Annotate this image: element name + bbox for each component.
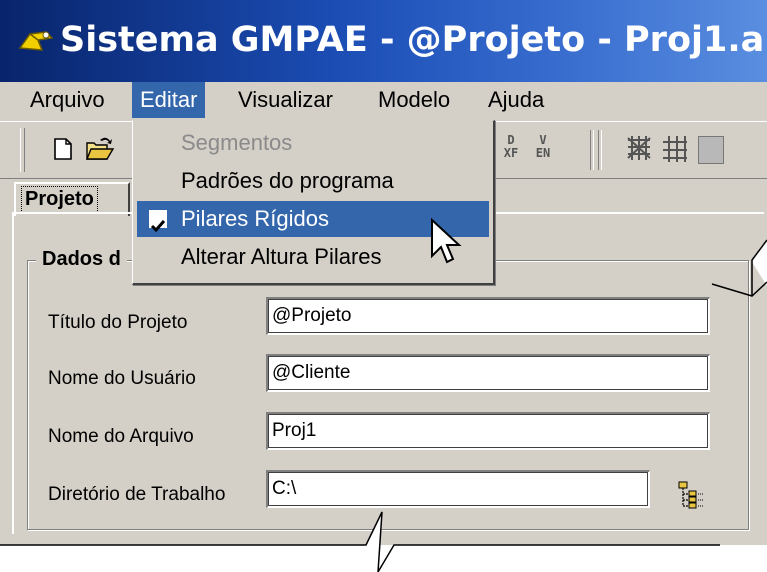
- toolbar-separator: [590, 130, 594, 170]
- mouse-cursor-icon: [431, 218, 462, 264]
- toolbar-separator: [598, 130, 602, 170]
- tab-projeto-label: Projeto: [21, 186, 98, 213]
- menu-item-alterar-altura-pilares-label: Alterar Altura Pilares: [181, 244, 382, 269]
- nome-arquivo-label: Nome do Arquivo: [48, 426, 194, 447]
- window-title: Sistema GMPAE - @Projeto - Proj1.alv: [60, 20, 767, 60]
- menu-bar: Arquivo Editar Visualizar Modelo Ajuda: [0, 82, 767, 120]
- application-window: Sistema GMPAE - @Projeto - Proj1.alv Arq…: [0, 0, 767, 545]
- view-icon[interactable]: [698, 136, 724, 164]
- checkmark-icon: [149, 210, 167, 233]
- grid-icon[interactable]: [622, 132, 656, 166]
- menu-editar[interactable]: Editar: [132, 82, 206, 118]
- menu-visualizar[interactable]: Visualizar: [230, 82, 341, 118]
- titulo-projeto-label: Título do Projeto: [48, 312, 188, 333]
- menu-item-padroes-programa-label: Padrões do programa: [181, 168, 394, 193]
- nome-arquivo-input[interactable]: Proj1: [266, 412, 710, 450]
- toolbar-grip[interactable]: [20, 128, 25, 172]
- app-logo-icon: [18, 31, 54, 51]
- ven-export-icon[interactable]: V EN: [532, 134, 554, 160]
- group-legend: Dados d: [36, 248, 127, 271]
- open-folder-icon[interactable]: [82, 132, 116, 166]
- titulo-projeto-input[interactable]: @Projeto: [266, 297, 710, 335]
- folder-tree-icon[interactable]: [676, 480, 704, 510]
- menu-arquivo[interactable]: Arquivo: [22, 82, 113, 118]
- new-file-icon[interactable]: [46, 132, 80, 166]
- diretorio-trabalho-input[interactable]: C:\: [266, 470, 650, 508]
- menu-ajuda[interactable]: Ajuda: [480, 82, 552, 118]
- diretorio-trabalho-label: Diretório de Trabalho: [48, 484, 226, 505]
- grid-alt-icon[interactable]: [658, 132, 692, 166]
- title-bar[interactable]: Sistema GMPAE - @Projeto - Proj1.alv: [0, 0, 767, 82]
- menu-item-segmentos-label: Segmentos: [181, 130, 293, 155]
- menu-item-pilares-rigidos-label: Pilares Rígidos: [181, 206, 329, 231]
- dxf-export-icon[interactable]: D XF: [500, 134, 522, 160]
- menu-modelo[interactable]: Modelo: [370, 82, 458, 118]
- menu-item-padroes-programa[interactable]: Padrões do programa: [137, 163, 489, 199]
- nome-usuario-label: Nome do Usuário: [48, 368, 196, 389]
- menu-item-segmentos[interactable]: Segmentos: [137, 125, 489, 161]
- tab-projeto[interactable]: Projeto: [14, 182, 130, 216]
- nome-usuario-input[interactable]: @Cliente: [266, 354, 710, 392]
